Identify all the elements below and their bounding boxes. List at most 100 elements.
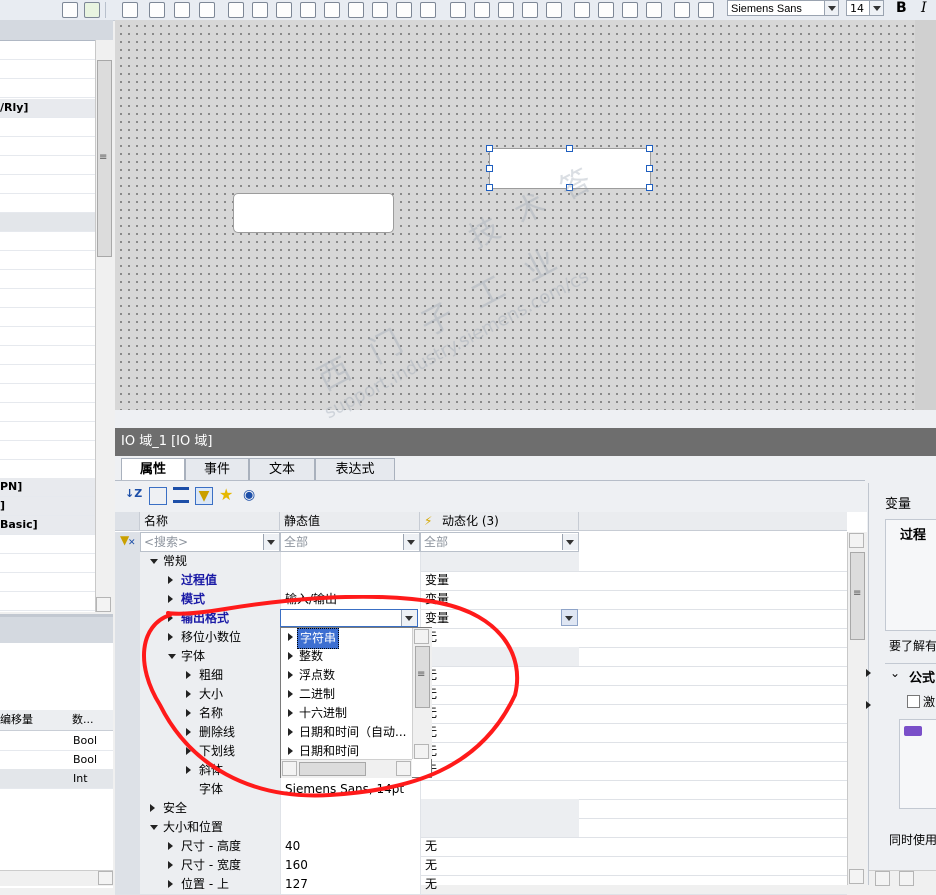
tab-texts[interactable]: 文本	[249, 458, 315, 480]
chevron-down-icon[interactable]	[403, 534, 419, 550]
property-row[interactable]: 位置 - 上 127 无	[115, 875, 847, 895]
chevron-down-icon[interactable]	[869, 1, 883, 15]
static-value[interactable]: 160	[280, 856, 420, 875]
align-middle-icon[interactable]	[324, 2, 340, 18]
tab-expressions[interactable]: 表达式	[315, 458, 395, 480]
tree-row[interactable]	[0, 232, 95, 251]
center-h-icon[interactable]	[396, 2, 412, 18]
grid-view-icon[interactable]	[62, 2, 78, 18]
group-view-icon[interactable]	[173, 487, 189, 503]
enable-checkbox[interactable]	[907, 695, 920, 708]
tree-row[interactable]	[0, 554, 95, 573]
chevron-down-icon[interactable]	[562, 534, 578, 550]
expand-right-icon[interactable]	[866, 669, 871, 677]
align-center-icon[interactable]	[252, 2, 268, 18]
tree-row[interactable]	[0, 403, 95, 422]
tree-row[interactable]: /Rly]	[0, 99, 95, 118]
tree-row[interactable]	[0, 308, 95, 327]
tree-row[interactable]	[0, 156, 95, 175]
collapse-icon[interactable]	[150, 559, 158, 564]
scroll-up-button[interactable]	[849, 533, 864, 548]
expand-icon[interactable]	[168, 880, 173, 888]
collapse-icon[interactable]	[150, 825, 158, 830]
scroll-down-button[interactable]	[96, 597, 111, 612]
expand-icon[interactable]	[168, 861, 173, 869]
resize-handle[interactable]	[486, 165, 493, 172]
star-icon[interactable]: ★	[219, 487, 235, 503]
details-row[interactable]: Int	[0, 769, 113, 789]
name-cell[interactable]: 尺寸 - 宽度	[140, 856, 280, 875]
name-cell[interactable]: 过程值	[140, 571, 280, 590]
name-filter[interactable]: <搜索>	[140, 532, 280, 552]
align-left-icon[interactable]	[228, 2, 244, 18]
tab-properties[interactable]: 属性	[121, 458, 185, 480]
dynamic-value[interactable]: 无	[420, 856, 579, 875]
bring-front-icon[interactable]	[574, 2, 590, 18]
forward-icon[interactable]	[622, 2, 638, 18]
eye-icon[interactable]: ◉	[243, 487, 259, 503]
same-size-icon[interactable]	[546, 2, 562, 18]
name-cell[interactable]: 常规	[140, 552, 280, 571]
resize-handle[interactable]	[486, 145, 493, 152]
tree-row[interactable]	[0, 384, 95, 403]
resize-handle[interactable]	[566, 184, 573, 191]
resize-handle[interactable]	[566, 145, 573, 152]
flip-icon[interactable]	[199, 2, 215, 18]
dynamic-value[interactable]	[420, 552, 579, 571]
tree-row[interactable]	[0, 79, 95, 98]
details-hscrollbar[interactable]	[0, 870, 113, 886]
property-row[interactable]: 尺寸 - 宽度 160 无	[115, 856, 847, 876]
same-width-icon[interactable]	[450, 2, 466, 18]
expand-icon[interactable]	[168, 842, 173, 850]
scroll-right-button[interactable]	[899, 871, 914, 886]
distribute-icon[interactable]	[372, 2, 388, 18]
static-filter[interactable]: 全部	[280, 532, 420, 552]
tree-row[interactable]	[0, 535, 95, 554]
align-bottom-icon[interactable]	[348, 2, 364, 18]
scroll-down-button[interactable]	[849, 869, 864, 884]
sort-down-icon[interactable]	[698, 2, 714, 18]
bucket-icon[interactable]	[122, 2, 138, 18]
send-back-icon[interactable]	[598, 2, 614, 18]
static-value[interactable]	[280, 552, 420, 571]
resize-handle[interactable]	[646, 184, 653, 191]
property-grid-scrollbar[interactable]: ≡	[847, 532, 867, 885]
property-row[interactable]: 尺寸 - 高度 40 无	[115, 837, 847, 857]
rotate-icon[interactable]	[149, 2, 165, 18]
same-height-icon[interactable]	[474, 2, 490, 18]
filter-icon[interactable]: ▼	[195, 487, 213, 505]
dynamic-value[interactable]: 无	[420, 837, 579, 856]
tree-row[interactable]	[0, 118, 95, 137]
property-row[interactable]: 常规	[115, 552, 847, 572]
tree-row[interactable]	[0, 346, 95, 365]
tree-row[interactable]	[0, 365, 95, 384]
tree-row[interactable]: PN]	[0, 478, 95, 497]
tree-row[interactable]	[0, 60, 95, 79]
font-name-select[interactable]: Siemens Sans	[727, 0, 839, 16]
scroll-right-button[interactable]	[98, 871, 113, 885]
tree-row[interactable]	[0, 251, 95, 270]
tree-row[interactable]	[0, 137, 95, 156]
expand-icon[interactable]	[150, 804, 155, 812]
name-column-header[interactable]: 名称	[140, 512, 280, 531]
align-right-icon[interactable]	[276, 2, 292, 18]
bold-button[interactable]: B	[896, 0, 907, 16]
static-value[interactable]: 40	[280, 837, 420, 856]
tree-row[interactable]	[0, 327, 95, 346]
resize-handle[interactable]	[486, 184, 493, 191]
property-row[interactable]: 过程值 变量	[115, 571, 847, 591]
static-column-header[interactable]: 静态值	[280, 512, 420, 531]
expand-right-icon[interactable]	[866, 701, 871, 709]
tree-row[interactable]: Basic]	[0, 516, 95, 535]
export-icon[interactable]	[84, 2, 100, 18]
tree-row[interactable]	[0, 41, 95, 60]
rotate-left-icon[interactable]	[174, 2, 190, 18]
tree-row[interactable]: ]	[0, 497, 95, 516]
dynamic-value[interactable]	[420, 818, 579, 837]
font-size-select[interactable]: 14	[846, 0, 884, 16]
scroll-left-button[interactable]	[875, 871, 890, 886]
space-h-icon[interactable]	[498, 2, 514, 18]
details-row[interactable]: Bool	[0, 731, 113, 751]
io-field-2[interactable]	[233, 193, 394, 233]
tree-row[interactable]	[0, 460, 95, 479]
